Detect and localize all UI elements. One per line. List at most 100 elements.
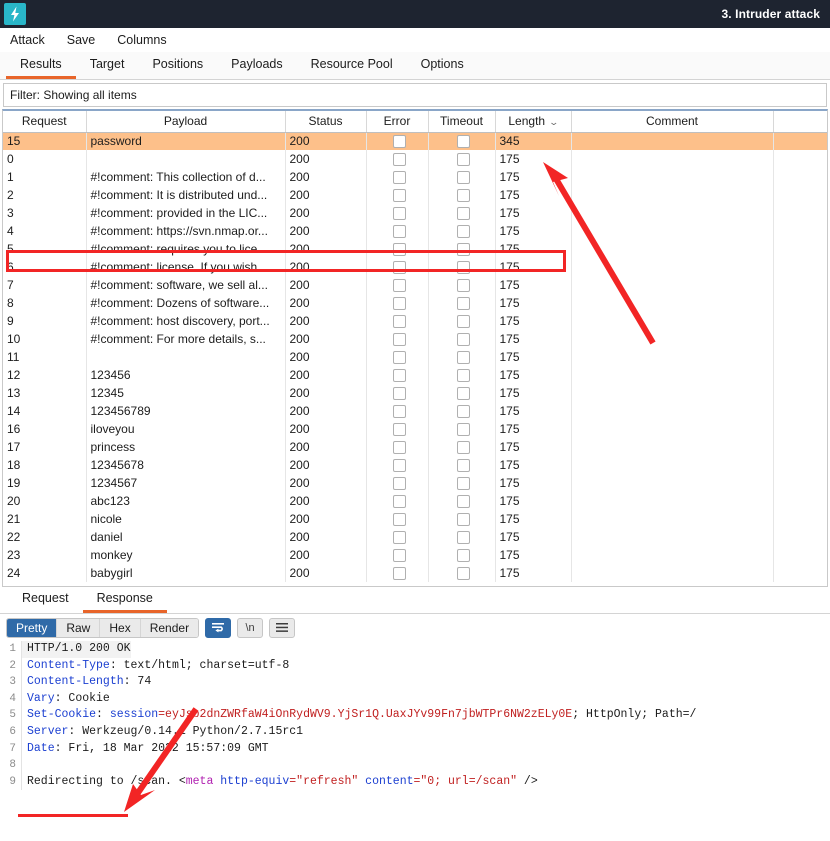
checkbox[interactable] [392, 387, 406, 401]
table-row[interactable]: 10 #!comment: For more details, s... 200 17… [3, 330, 827, 348]
tab-payloads[interactable]: Payloads [217, 54, 296, 79]
cell-timeout-checkbox[interactable] [428, 456, 496, 474]
cell-error-checkbox[interactable] [366, 222, 429, 240]
cell-error-checkbox[interactable] [366, 294, 429, 312]
menu-item-save[interactable]: Save [65, 32, 98, 48]
table-row[interactable]: 4 #!comment: https://svn.nmap.or... 200 175 [3, 222, 827, 240]
checkbox[interactable] [457, 225, 470, 239]
checkbox[interactable] [457, 513, 470, 527]
cell-timeout-checkbox[interactable] [428, 186, 496, 204]
view-mode-pretty[interactable]: Pretty [7, 618, 58, 637]
checkbox[interactable] [457, 243, 470, 257]
cell-timeout-checkbox[interactable] [428, 546, 496, 564]
cell-error-checkbox[interactable] [366, 438, 429, 456]
checkbox[interactable] [392, 441, 406, 455]
view-mode-raw[interactable]: Raw [57, 618, 101, 637]
hamburger-menu-icon[interactable] [269, 617, 296, 638]
cell-timeout-checkbox[interactable] [428, 564, 496, 582]
checkbox[interactable] [392, 405, 406, 419]
checkbox[interactable] [392, 351, 406, 365]
cell-timeout-checkbox[interactable] [428, 150, 496, 168]
checkbox[interactable] [392, 189, 406, 203]
cell-error-checkbox[interactable] [366, 240, 429, 258]
cell-error-checkbox[interactable] [366, 564, 429, 582]
table-row[interactable]: 5 #!comment: requires you to lice... 200 17… [3, 240, 827, 258]
checkbox[interactable] [392, 315, 406, 329]
checkbox[interactable] [457, 369, 470, 383]
cell-timeout-checkbox[interactable] [428, 294, 496, 312]
table-row[interactable]: 12 123456 200 175 [3, 366, 827, 384]
cell-error-checkbox[interactable] [366, 132, 429, 150]
table-row[interactable]: 20 abc123 200 175 [3, 492, 827, 510]
table-row[interactable]: 18 12345678 200 175 [3, 456, 827, 474]
cell-timeout-checkbox[interactable] [428, 276, 496, 294]
cell-error-checkbox[interactable] [366, 366, 429, 384]
checkbox[interactable] [392, 549, 406, 563]
cell-error-checkbox[interactable] [366, 384, 429, 402]
table-row[interactable]: 7 #!comment: software, we sell al... 200 17… [3, 276, 827, 294]
table-row[interactable]: 24 babygirl 200 175 [3, 564, 827, 582]
cell-timeout-checkbox[interactable] [428, 330, 496, 348]
checkbox[interactable] [392, 531, 406, 545]
cell-error-checkbox[interactable] [366, 258, 429, 276]
cell-error-checkbox[interactable] [366, 402, 429, 420]
tab-options[interactable]: Options [407, 54, 478, 79]
tab-response[interactable]: Response [82, 588, 167, 613]
tab-request[interactable]: Request [8, 588, 83, 613]
response-body-viewer[interactable]: 1 HTTP/1.0 200 OK 2 Content-Type: text/html… [0, 641, 830, 813]
checkbox[interactable] [392, 477, 406, 491]
checkbox[interactable] [457, 135, 470, 149]
checkbox[interactable] [457, 567, 470, 581]
table-row[interactable]: 9 #!comment: host discovery, port... 200 17… [3, 312, 827, 330]
table-row[interactable]: 0 200 175 [3, 150, 827, 168]
cell-timeout-checkbox[interactable] [428, 348, 496, 366]
table-row[interactable]: 16 iloveyou 200 175 [3, 420, 827, 438]
table-row[interactable]: 3 #!comment: provided in the LIC... 200 175 [3, 204, 827, 222]
table-row[interactable]: 8 #!comment: Dozens of software... 200 175 [3, 294, 827, 312]
checkbox[interactable] [457, 423, 470, 437]
cell-error-checkbox[interactable] [366, 348, 429, 366]
cell-timeout-checkbox[interactable] [428, 204, 496, 222]
checkbox[interactable] [392, 423, 406, 437]
checkbox[interactable] [392, 153, 406, 167]
filter-bar[interactable]: Filter: Showing all items [3, 83, 827, 107]
cell-error-checkbox[interactable] [366, 168, 429, 186]
checkbox[interactable] [392, 207, 406, 221]
checkbox[interactable] [457, 207, 470, 221]
checkbox[interactable] [392, 513, 406, 527]
cell-timeout-checkbox[interactable] [428, 492, 496, 510]
cell-timeout-checkbox[interactable] [428, 438, 496, 456]
checkbox[interactable] [392, 135, 406, 149]
cell-error-checkbox[interactable] [366, 456, 429, 474]
cell-timeout-checkbox[interactable] [428, 312, 496, 330]
column-header-timeout[interactable]: Timeout [428, 111, 496, 133]
menu-item-columns[interactable]: Columns [115, 32, 168, 48]
cell-error-checkbox[interactable] [366, 276, 429, 294]
cell-timeout-checkbox[interactable] [428, 258, 496, 276]
cell-timeout-checkbox[interactable] [428, 420, 496, 438]
checkbox[interactable] [392, 261, 406, 275]
column-header-length[interactable]: Length ⌄ [495, 111, 572, 133]
checkbox[interactable] [392, 243, 406, 257]
column-header-status[interactable]: Status [285, 111, 367, 133]
results-table-container[interactable]: Request Payload Status Error Timeout Len… [2, 109, 828, 587]
cell-timeout-checkbox[interactable] [428, 222, 496, 240]
cell-timeout-checkbox[interactable] [428, 528, 496, 546]
table-row[interactable]: 2 #!comment: It is distributed und... 200 1… [3, 186, 827, 204]
checkbox[interactable] [457, 441, 470, 455]
tab-resource-pool[interactable]: Resource Pool [297, 54, 407, 79]
checkbox[interactable] [392, 297, 406, 311]
checkbox[interactable] [457, 495, 470, 509]
cell-error-checkbox[interactable] [366, 492, 429, 510]
checkbox[interactable] [457, 153, 470, 167]
cell-error-checkbox[interactable] [366, 420, 429, 438]
table-row[interactable]: 11 200 175 [3, 348, 827, 366]
checkbox[interactable] [457, 171, 470, 185]
table-row[interactable]: 21 nicole 200 175 [3, 510, 827, 528]
table-row[interactable]: 22 daniel 200 175 [3, 528, 827, 546]
column-header-comment[interactable]: Comment [571, 111, 774, 133]
table-row[interactable]: 17 princess 200 175 [3, 438, 827, 456]
newline-toggle-button[interactable]: \n [237, 617, 264, 638]
table-row[interactable]: 6 #!comment: license. If you wish ... 200 1… [3, 258, 827, 276]
cell-error-checkbox[interactable] [366, 330, 429, 348]
